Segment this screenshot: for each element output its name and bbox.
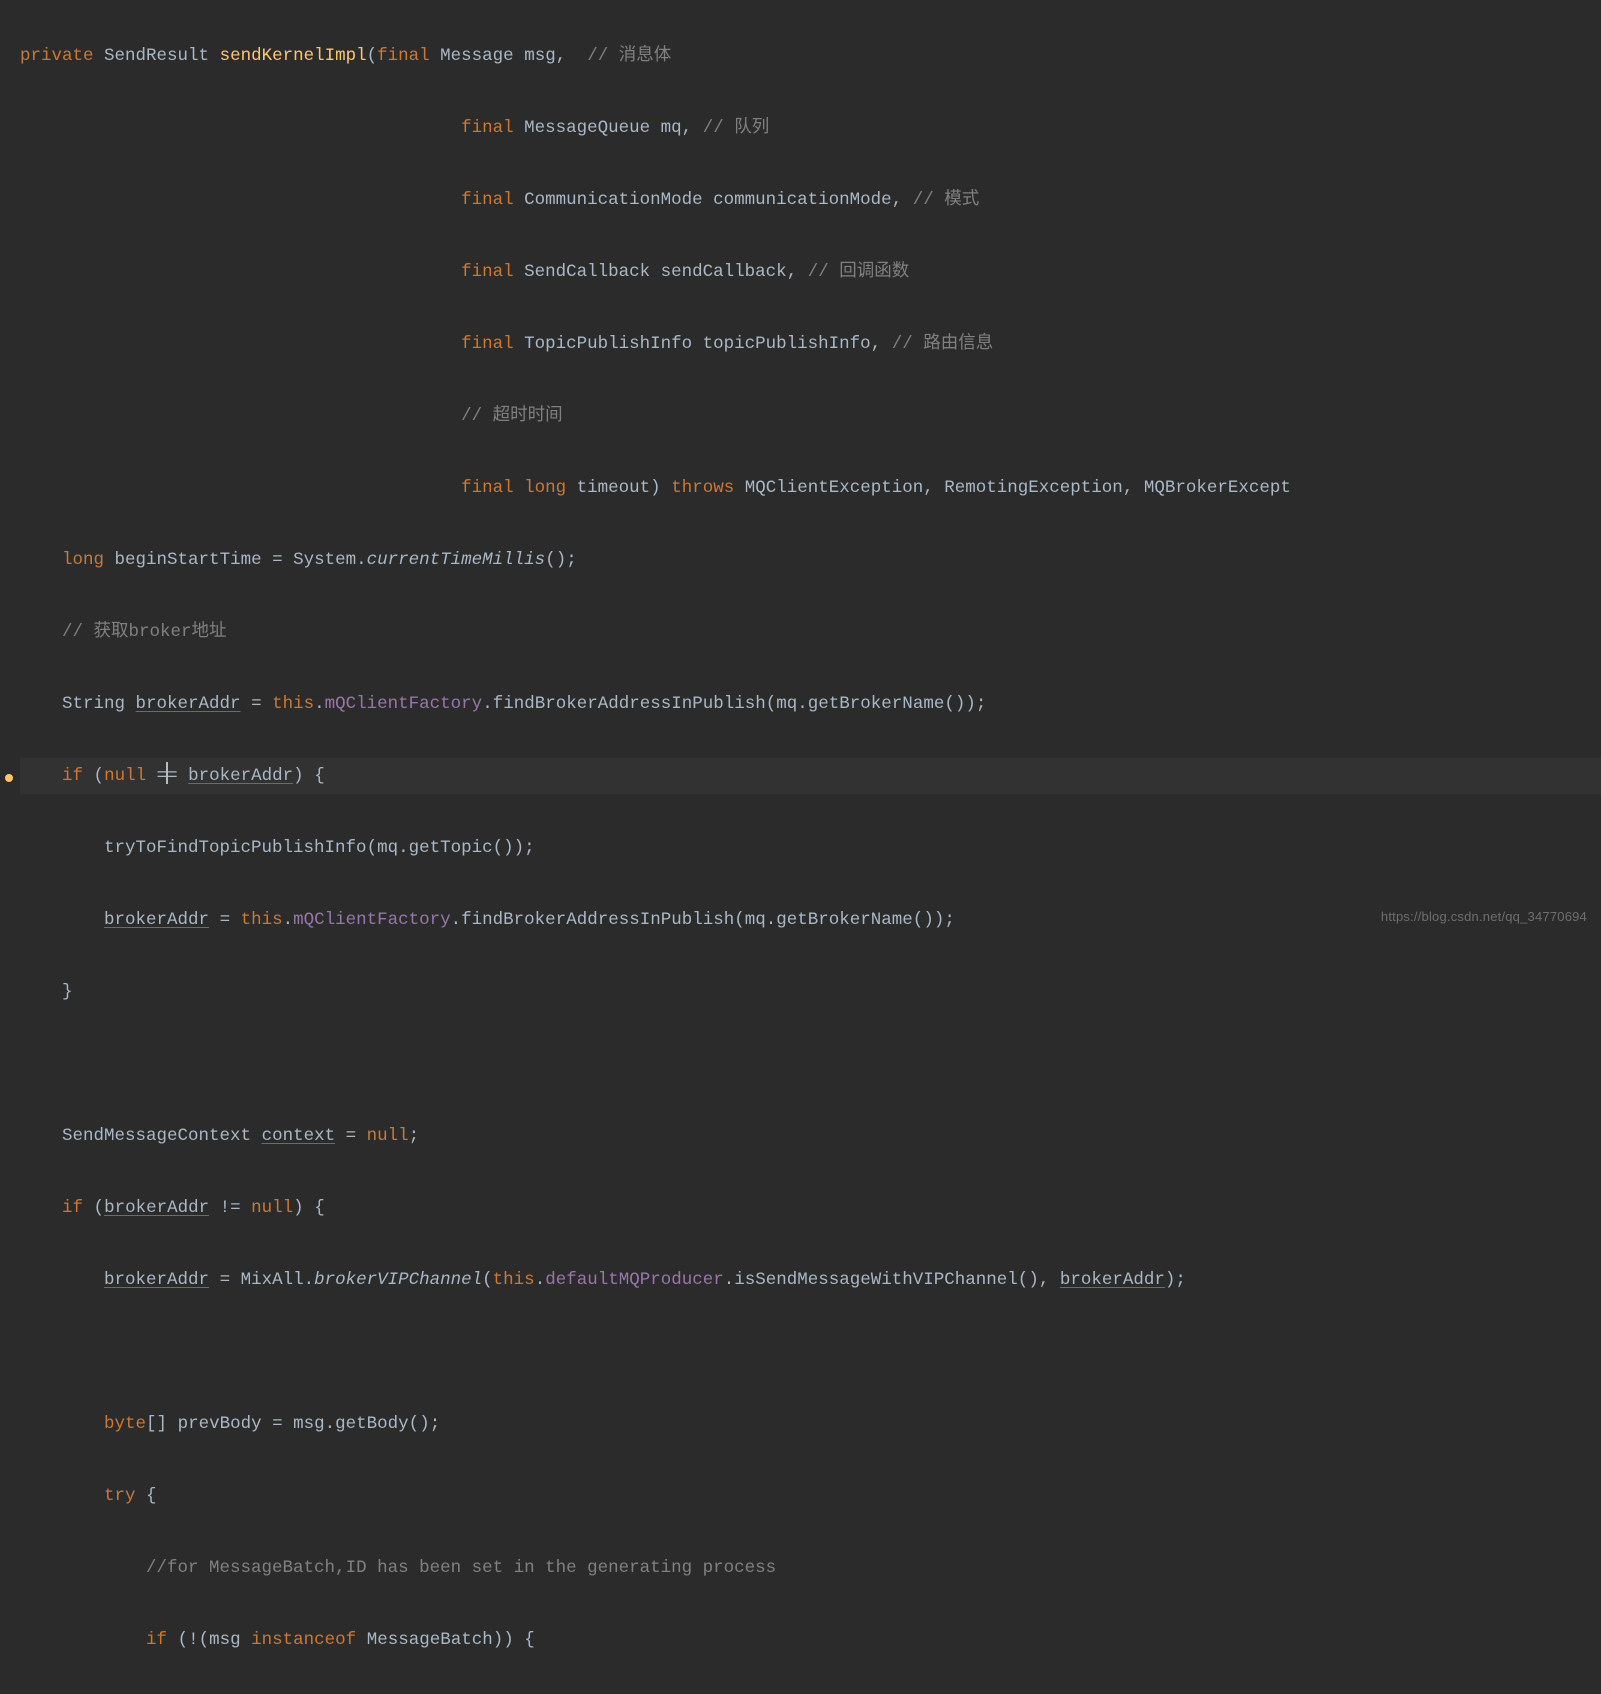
- code-line: try {: [20, 1478, 1601, 1514]
- code-line: final long timeout) throws MQClientExcep…: [20, 470, 1601, 506]
- code-line: brokerAddr = this.mQClientFactory.findBr…: [20, 902, 1601, 938]
- code-line: private SendResult sendKernelImpl(final …: [20, 38, 1601, 74]
- code-line: SendMessageContext context = null;: [20, 1118, 1601, 1154]
- code-line: String brokerAddr = this.mQClientFactory…: [20, 686, 1601, 722]
- code-line: final SendCallback sendCallback, // 回调函数: [20, 254, 1601, 290]
- code-line: }: [20, 974, 1601, 1010]
- code-line: long beginStartTime = System.currentTime…: [20, 542, 1601, 578]
- code-line: // 获取broker地址: [20, 614, 1601, 650]
- code-line: byte[] prevBody = msg.getBody();: [20, 1406, 1601, 1442]
- code-editor[interactable]: private SendResult sendKernelImpl(final …: [0, 0, 1601, 1694]
- code-line: //for MessageBatch,ID has been set in th…: [20, 1550, 1601, 1586]
- code-line: if (!(msg instanceof MessageBatch)) {: [20, 1622, 1601, 1658]
- code-line: final TopicPublishInfo topicPublishInfo,…: [20, 326, 1601, 362]
- code-line-blank: [20, 1046, 1601, 1082]
- watermark-text: https://blog.csdn.net/qq_34770694: [1381, 899, 1587, 935]
- gutter-marker-icon[interactable]: [5, 774, 13, 782]
- code-line-blank: [20, 1334, 1601, 1370]
- code-line: final CommunicationMode communicationMod…: [20, 182, 1601, 218]
- code-line: brokerAddr = MixAll.brokerVIPChannel(thi…: [20, 1262, 1601, 1298]
- code-line: final MessageQueue mq, // 队列: [20, 110, 1601, 146]
- code-line: if (brokerAddr != null) {: [20, 1190, 1601, 1226]
- code-line-current: if (null == brokerAddr) {: [20, 758, 1601, 794]
- code-line: // 超时时间: [20, 398, 1601, 434]
- code-line: tryToFindTopicPublishInfo(mq.getTopic())…: [20, 830, 1601, 866]
